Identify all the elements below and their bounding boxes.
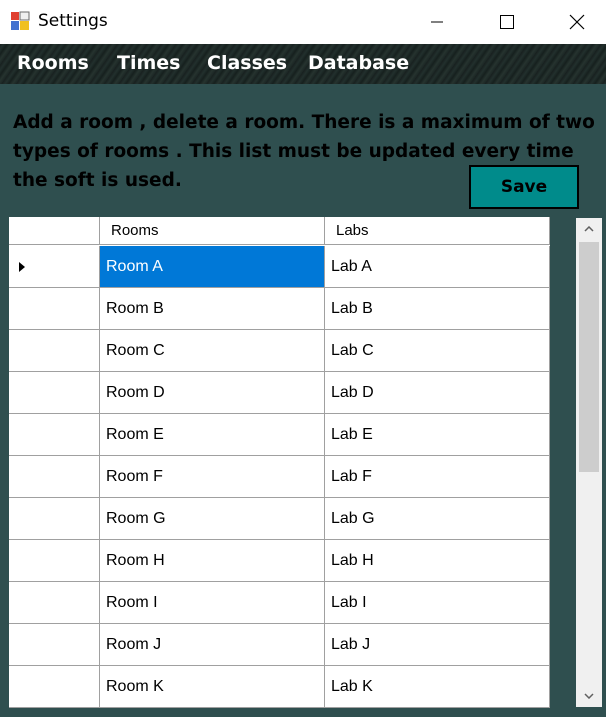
window-title: Settings [38,11,108,31]
table-row[interactable]: Room G Lab G [9,498,550,540]
table-row[interactable]: Room C Lab C [9,330,550,372]
table-row[interactable]: Room A Lab A [9,246,550,288]
lab-cell[interactable]: Lab A [325,246,550,288]
app-icon [11,11,30,30]
chevron-down-icon [584,693,594,699]
rooms-grid[interactable]: Rooms Labs Room A Lab A Room B Lab B Roo… [9,217,550,708]
chevron-up-icon [584,226,594,232]
column-header-labs[interactable]: Labs [325,217,550,245]
close-icon [569,14,585,30]
room-cell[interactable]: Room A [100,246,325,288]
scroll-thumb[interactable] [579,242,599,472]
maximize-icon [500,15,514,29]
row-header[interactable] [9,288,100,330]
column-header-rooms[interactable]: Rooms [100,217,325,245]
scroll-up-button[interactable] [576,218,602,240]
minimize-button[interactable] [414,0,460,44]
lab-cell[interactable]: Lab H [325,540,550,582]
lab-cell[interactable]: Lab D [325,372,550,414]
lab-cell[interactable]: Lab B [325,288,550,330]
row-header[interactable] [9,624,100,666]
room-cell[interactable]: Room I [100,582,325,624]
room-cell[interactable]: Room C [100,330,325,372]
room-cell[interactable]: Room H [100,540,325,582]
table-row[interactable]: Room D Lab D [9,372,550,414]
scroll-down-button[interactable] [576,685,602,707]
save-button[interactable]: Save [469,165,579,209]
row-header[interactable] [9,582,100,624]
lab-cell[interactable]: Lab J [325,624,550,666]
room-cell[interactable]: Room F [100,456,325,498]
room-cell[interactable]: Room J [100,624,325,666]
room-cell[interactable]: Room D [100,372,325,414]
row-pointer-icon [19,262,25,272]
lab-cell[interactable]: Lab E [325,414,550,456]
room-cell[interactable]: Room B [100,288,325,330]
row-header[interactable] [9,246,100,288]
close-button[interactable] [554,0,600,44]
row-header[interactable] [9,372,100,414]
menu-item-database[interactable]: Database [308,52,409,74]
row-header[interactable] [9,456,100,498]
menu-item-times[interactable]: Times [117,52,180,74]
table-row[interactable]: Room F Lab F [9,456,550,498]
minimize-icon [431,21,443,23]
vertical-scrollbar[interactable] [576,218,602,707]
lab-cell[interactable]: Lab K [325,666,550,708]
table-row[interactable]: Room K Lab K [9,666,550,708]
lab-cell[interactable]: Lab C [325,330,550,372]
room-cell[interactable]: Room E [100,414,325,456]
row-header[interactable] [9,414,100,456]
lab-cell[interactable]: Lab G [325,498,550,540]
grid-header: Rooms Labs [9,217,550,246]
table-row[interactable]: Room H Lab H [9,540,550,582]
title-bar[interactable]: Settings [0,0,606,44]
menu-item-rooms[interactable]: Rooms [17,52,89,74]
table-row[interactable]: Room J Lab J [9,624,550,666]
row-header[interactable] [9,498,100,540]
header-corner[interactable] [9,217,100,245]
table-row[interactable]: Room I Lab I [9,582,550,624]
maximize-button[interactable] [484,0,530,44]
menu-bar: Rooms Times Classes Database [0,44,606,84]
row-header[interactable] [9,666,100,708]
room-cell[interactable]: Room G [100,498,325,540]
room-cell[interactable]: Room K [100,666,325,708]
menu-item-classes[interactable]: Classes [207,52,287,74]
row-header[interactable] [9,540,100,582]
lab-cell[interactable]: Lab I [325,582,550,624]
table-row[interactable]: Room B Lab B [9,288,550,330]
settings-window: Settings Rooms Times Classes Database Ad… [0,0,606,717]
lab-cell[interactable]: Lab F [325,456,550,498]
row-header[interactable] [9,330,100,372]
table-row[interactable]: Room E Lab E [9,414,550,456]
